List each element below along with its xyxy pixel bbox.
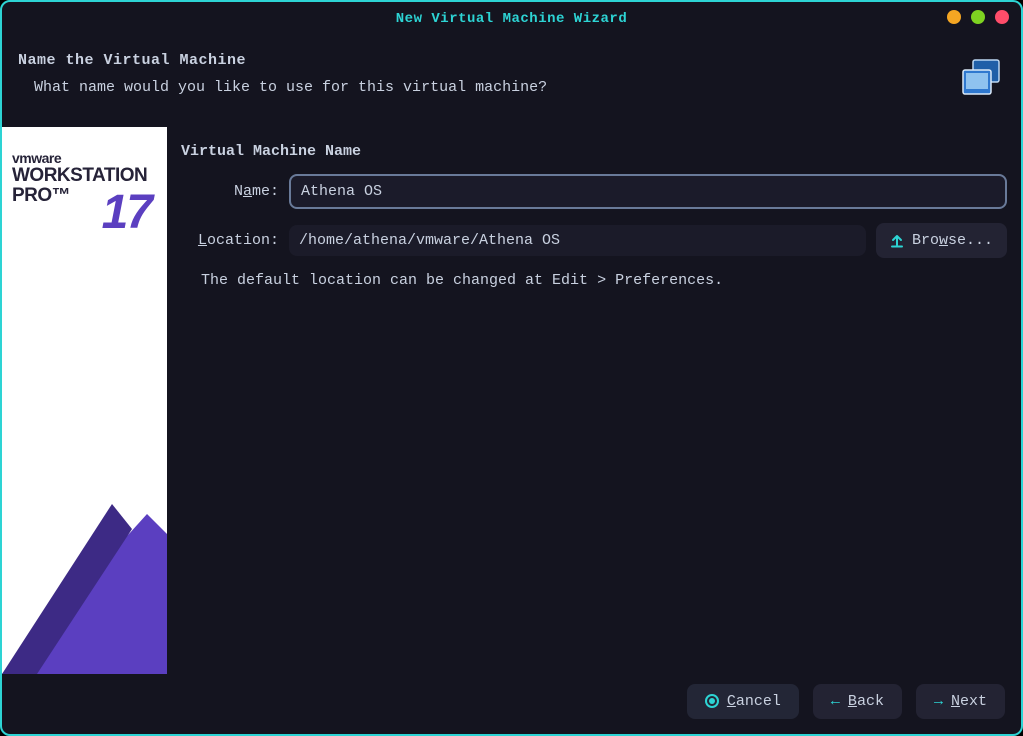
vmware-logo: vmware WORKSTATION PRO™ 17 bbox=[12, 151, 157, 238]
location-hint: The default location can be changed at E… bbox=[201, 272, 1007, 289]
section-title: Virtual Machine Name bbox=[181, 143, 1007, 160]
close-window-button[interactable] bbox=[995, 10, 1009, 24]
logo-brand: vmware bbox=[12, 151, 157, 166]
form-area: Virtual Machine Name Name: Location: Bro… bbox=[167, 127, 1021, 674]
name-row: Name: bbox=[181, 174, 1007, 209]
location-label: Location: bbox=[181, 232, 279, 249]
wizard-header: Name the Virtual Machine What name would… bbox=[2, 36, 1021, 127]
name-label: Name: bbox=[181, 183, 279, 200]
page-subtitle: What name would you like to use for this… bbox=[34, 79, 547, 96]
cancel-button[interactable]: Cancel bbox=[687, 684, 799, 719]
window-title: New Virtual Machine Wizard bbox=[396, 11, 627, 27]
vm-name-input[interactable] bbox=[289, 174, 1007, 209]
titlebar: New Virtual Machine Wizard bbox=[2, 2, 1021, 36]
cancel-icon bbox=[705, 694, 719, 708]
branding-graphic bbox=[2, 474, 167, 674]
minimize-button[interactable] bbox=[947, 10, 961, 24]
arrow-right-icon: → bbox=[934, 693, 943, 710]
wizard-footer: Cancel ← Back → Next bbox=[2, 674, 1021, 734]
back-button[interactable]: ← Back bbox=[813, 684, 902, 719]
next-button[interactable]: → Next bbox=[916, 684, 1005, 719]
maximize-button[interactable] bbox=[971, 10, 985, 24]
wizard-body: vmware WORKSTATION PRO™ 17 Virtual Machi… bbox=[2, 127, 1021, 674]
window-controls bbox=[947, 10, 1009, 24]
vm-location-input[interactable] bbox=[289, 225, 866, 256]
logo-product-1: WORKSTATION bbox=[12, 166, 157, 186]
page-title: Name the Virtual Machine bbox=[18, 52, 547, 69]
wizard-window: New Virtual Machine Wizard Name the Virt… bbox=[0, 0, 1023, 736]
wizard-header-text: Name the Virtual Machine What name would… bbox=[18, 52, 547, 96]
arrow-left-icon: ← bbox=[831, 693, 840, 710]
vm-icon bbox=[953, 52, 1005, 109]
upload-icon bbox=[890, 234, 904, 248]
branding-sidebar: vmware WORKSTATION PRO™ 17 bbox=[2, 127, 167, 674]
location-row: Location: Browse... bbox=[181, 223, 1007, 258]
browse-button[interactable]: Browse... bbox=[876, 223, 1007, 258]
